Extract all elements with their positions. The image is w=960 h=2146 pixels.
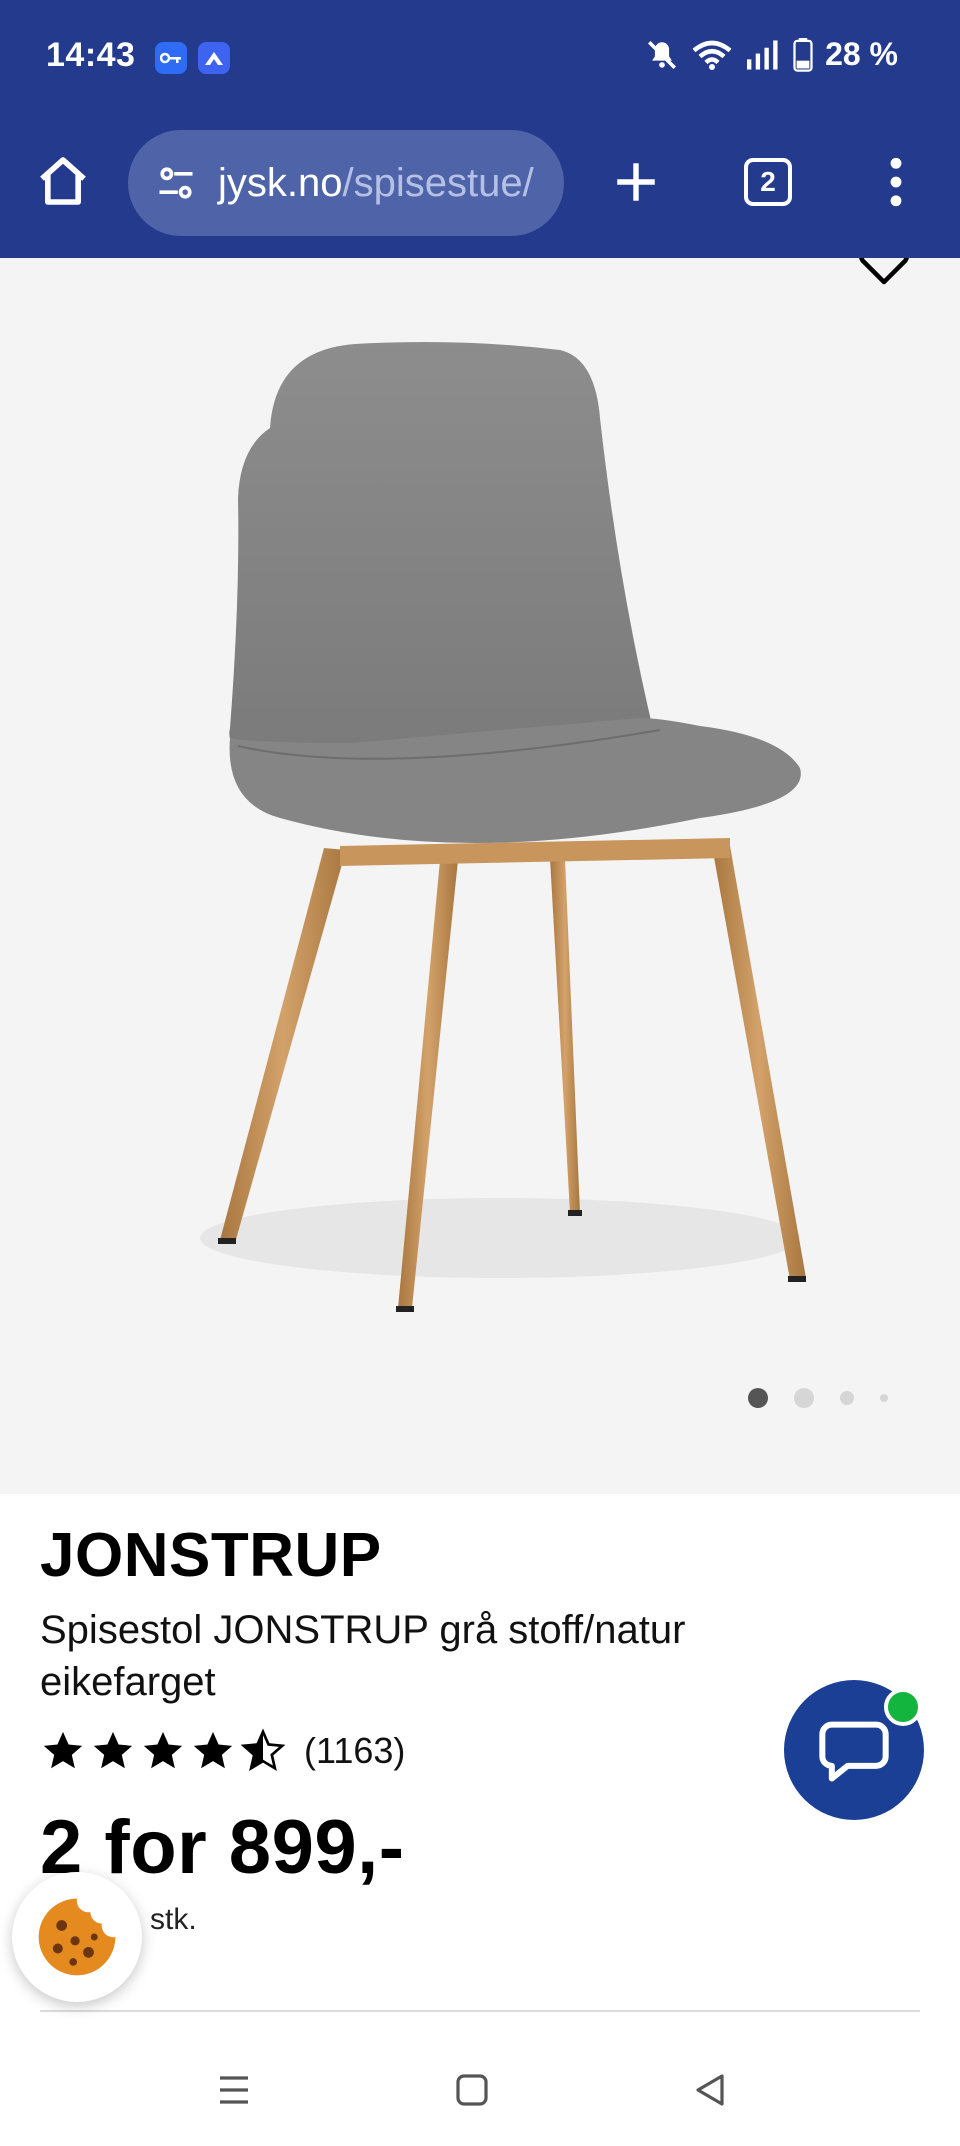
battery-icon [793, 37, 813, 72]
home-nav-icon[interactable] [448, 2066, 496, 2114]
star-full-icon [143, 1732, 183, 1769]
address-bar[interactable]: jysk.no/spisestue/ [128, 130, 564, 236]
star-full-icon [193, 1732, 233, 1769]
tab-switcher-button[interactable]: 2 [744, 158, 792, 206]
new-tab-button[interactable] [608, 154, 664, 210]
product-description: Spisestol JONSTRUP grå stoff/natur eikef… [40, 1608, 686, 1705]
online-status-indicator [884, 1688, 922, 1726]
system-navigation-bar [0, 2030, 960, 2146]
status-right: 28 % [645, 36, 898, 73]
browser-header: 14:43 28 % jysk.no/spisestue/ 2 [0, 0, 960, 258]
product-title: JONSTRUP [40, 1521, 382, 1590]
signal-icon [747, 39, 778, 70]
product-image [200, 342, 806, 1312]
url-path: /spisestue/ [342, 160, 534, 205]
status-bar: 14:43 28 % [0, 0, 960, 110]
vpn-key-icon [155, 42, 187, 74]
more-vert-icon [890, 157, 902, 207]
favorite-heart-icon[interactable] [854, 258, 914, 292]
status-time: 14:43 [46, 36, 136, 74]
wifi-icon [692, 40, 732, 70]
cookie-settings-button[interactable] [12, 1872, 142, 2002]
plus-icon [617, 163, 655, 201]
carousel-dot[interactable] [840, 1391, 854, 1405]
price-unit-note: stk. [150, 1903, 197, 1937]
rating-count: (1163) [304, 1730, 406, 1772]
star-full-icon [93, 1732, 133, 1769]
mute-bell-icon [648, 40, 677, 69]
product-info: JONSTRUP Spisestol JONSTRUP grå stoff/na… [40, 1494, 920, 1937]
chat-bubble-icon [819, 1721, 889, 1782]
url-text: jysk.no/spisestue/ [218, 161, 534, 206]
site-settings-icon[interactable] [152, 159, 200, 207]
home-icon [40, 157, 86, 205]
overflow-menu-button[interactable] [876, 152, 916, 212]
app-icon [198, 42, 230, 74]
carousel-dot[interactable] [880, 1394, 888, 1402]
product-gallery[interactable] [0, 258, 960, 1494]
product-price: 2 for 899,- [40, 1805, 405, 1891]
carousel-indicator[interactable] [748, 1388, 888, 1408]
carousel-dot[interactable] [748, 1388, 768, 1408]
browser-toolbar: jysk.no/spisestue/ 2 [0, 128, 960, 238]
home-button[interactable] [34, 152, 92, 210]
section-divider [40, 2010, 920, 2012]
url-domain: jysk.no [218, 160, 343, 205]
star-half-icon [240, 1728, 286, 1772]
battery-percent: 28 % [825, 36, 898, 72]
star-full-icon [43, 1732, 83, 1769]
recent-apps-icon[interactable] [210, 2066, 258, 2114]
carousel-dot[interactable] [794, 1388, 814, 1408]
back-icon[interactable] [686, 2066, 734, 2114]
cookie-icon [38, 1898, 116, 1976]
